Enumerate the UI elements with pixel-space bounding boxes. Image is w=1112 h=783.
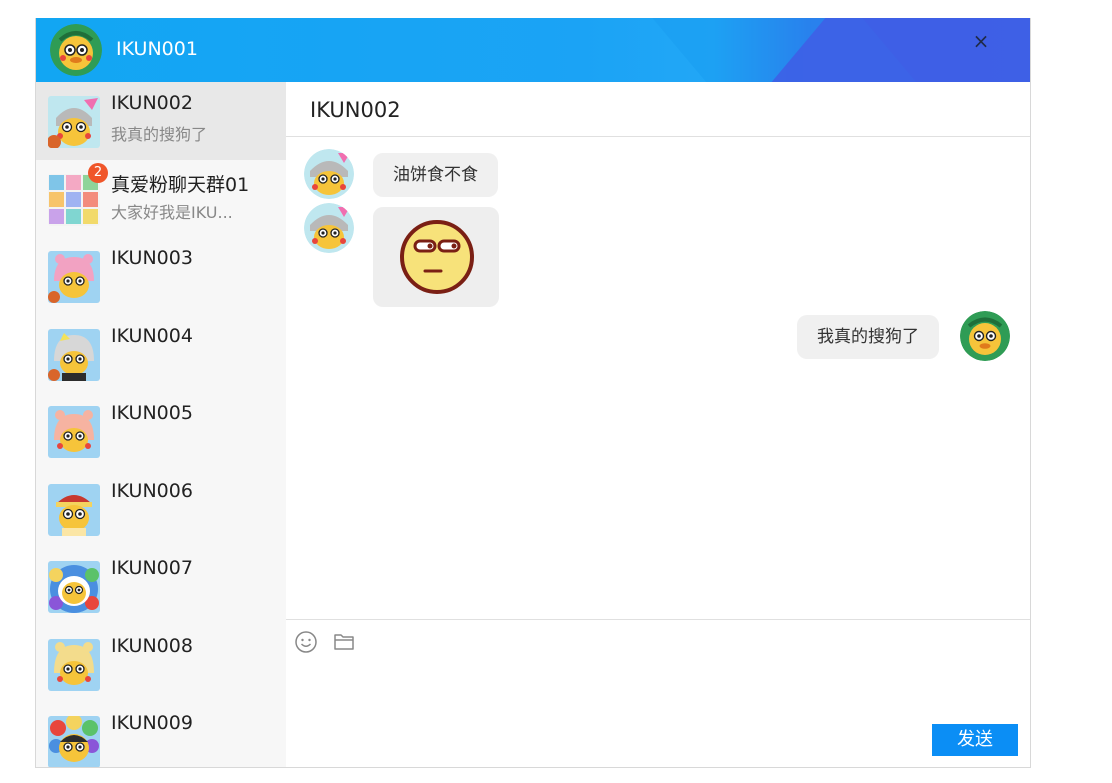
contact-list: IKUN002 我真的搜狗了 2 真爱粉聊天群01 大家好我是IKU... IK… (36, 82, 286, 767)
contact-item-group01[interactable]: 2 真爱粉聊天群01 大家好我是IKU... (36, 160, 286, 238)
image-message[interactable] (373, 207, 499, 307)
contact-item-ikun005[interactable]: IKUN005 (36, 392, 286, 470)
emoji-icon[interactable] (294, 630, 318, 654)
sender-avatar[interactable] (304, 203, 354, 253)
contact-item-ikun008[interactable]: IKUN008 (36, 625, 286, 703)
contact-item-ikun003[interactable]: IKUN003 (36, 237, 286, 315)
chat-header: IKUN002 (286, 82, 1030, 137)
contact-avatar (48, 406, 100, 458)
contact-item-ikun006[interactable]: IKUN006 (36, 470, 286, 548)
current-user-avatar[interactable] (50, 24, 102, 76)
contact-name: IKUN007 (111, 557, 193, 579)
contact-item-ikun002[interactable]: IKUN002 我真的搜狗了 (36, 82, 286, 160)
contact-name: IKUN009 (111, 712, 193, 734)
title-bar: IKUN001 × (36, 18, 1030, 82)
contact-avatar (48, 328, 100, 381)
contact-item-ikun007[interactable]: IKUN007 (36, 547, 286, 625)
smirk-emoji-icon (400, 220, 474, 294)
contact-name: IKUN004 (111, 324, 193, 347)
message-list: 油饼食不食 我真的搜狗了 (286, 137, 1030, 619)
contact-name: IKUN005 (111, 402, 193, 424)
contact-avatar (48, 251, 100, 303)
contact-avatar (48, 716, 100, 767)
close-icon[interactable]: × (970, 30, 992, 52)
contact-preview: 大家好我是IKU... (111, 202, 233, 222)
folder-icon[interactable] (332, 630, 356, 654)
contact-avatar (48, 483, 100, 536)
current-user-name: IKUN001 (116, 38, 198, 60)
contact-avatar (48, 561, 100, 613)
contact-avatar (48, 638, 100, 691)
my-avatar[interactable] (960, 311, 1010, 361)
chat-title: IKUN002 (310, 98, 401, 122)
unread-badge: 2 (88, 162, 108, 183)
message-bubble: 我真的搜狗了 (797, 315, 939, 359)
contact-preview: 我真的搜狗了 (111, 125, 208, 144)
contact-name: IKUN006 (111, 479, 193, 502)
chat-window: IKUN001 × IKUN002 我真的搜狗了 2 真爱粉聊天群01 大家好我… (35, 18, 1031, 768)
message-bubble: 油饼食不食 (373, 153, 498, 197)
contact-name: IKUN008 (111, 634, 193, 657)
contact-avatar (48, 96, 100, 148)
contact-name: IKUN003 (111, 247, 193, 269)
message-composer: 发送 (286, 619, 1030, 767)
contact-item-ikun004[interactable]: IKUN004 (36, 315, 286, 393)
contact-name: IKUN002 (111, 92, 193, 114)
contact-item-ikun009[interactable]: IKUN009 (36, 702, 286, 767)
contact-name: 真爱粉聊天群01 (111, 173, 250, 196)
sender-avatar[interactable] (304, 149, 354, 199)
send-button[interactable]: 发送 (932, 724, 1018, 756)
